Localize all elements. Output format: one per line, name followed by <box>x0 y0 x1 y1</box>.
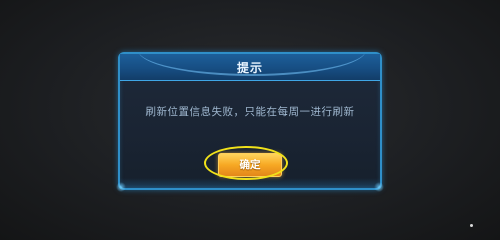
dialog-bottom-glow <box>120 178 380 188</box>
alert-dialog: 提示 刷新位置信息失败，只能在每周一进行刷新 确定 <box>116 52 384 192</box>
dialog-header: 提示 <box>120 54 380 81</box>
dialog-message: 刷新位置信息失败，只能在每周一进行刷新 <box>145 106 355 118</box>
dialog-title: 提示 <box>236 61 263 75</box>
confirm-button[interactable]: 确定 <box>218 153 282 177</box>
cursor-dot <box>470 224 473 227</box>
